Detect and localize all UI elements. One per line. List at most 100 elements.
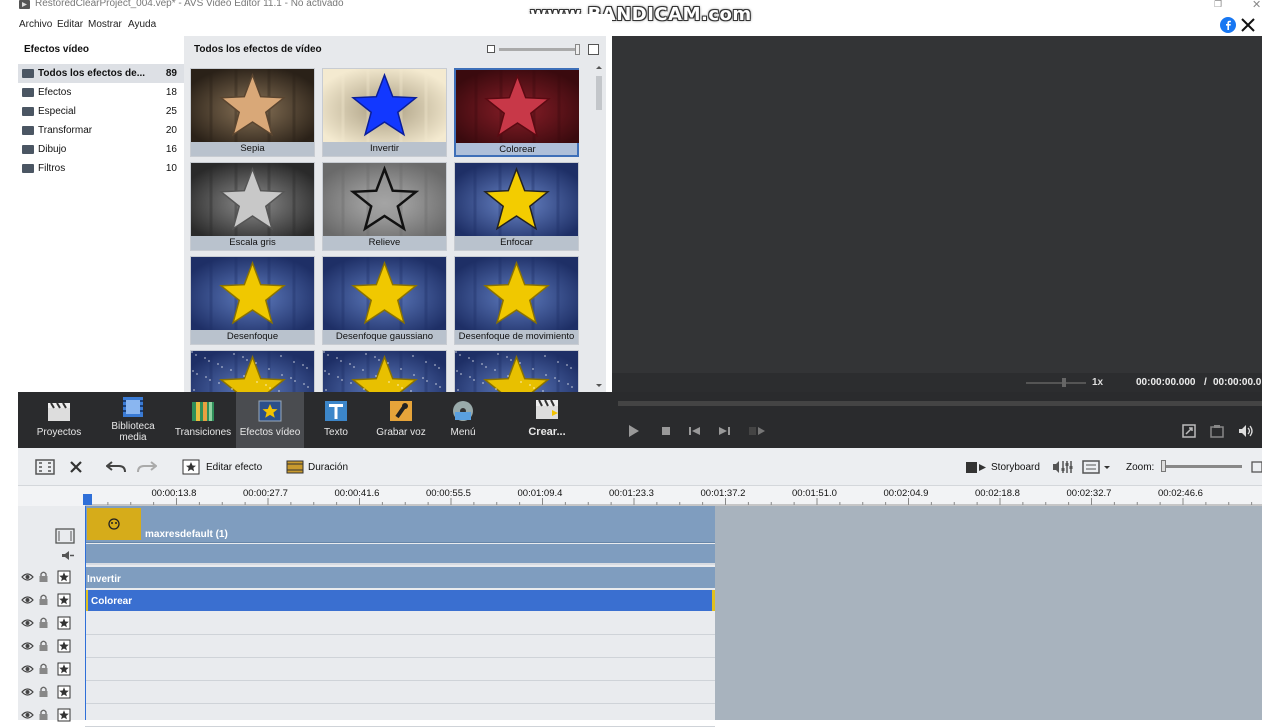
speed-slider[interactable] [1026, 382, 1086, 384]
play-icon[interactable] [628, 425, 640, 437]
next-frame-icon[interactable] [718, 426, 730, 436]
effect-clip-colorear[interactable]: Colorear [85, 590, 715, 611]
effect-track-star-icon [57, 685, 71, 699]
speed-slider-handle[interactable] [1062, 378, 1066, 387]
toolbar-menu[interactable]: Menú [436, 392, 490, 448]
grid-scrollbar[interactable] [594, 64, 604, 390]
category-efectos[interactable]: Efectos 18 [18, 83, 184, 102]
empty-effect-track[interactable] [85, 705, 715, 727]
undo-icon[interactable] [106, 460, 126, 474]
zoom-slider[interactable] [1164, 465, 1242, 468]
playhead-marker[interactable] [83, 494, 92, 505]
effect-thumbnail[interactable]: Sepia [190, 68, 315, 157]
effect-thumbnail[interactable]: Desenfoque de movimiento [454, 256, 579, 345]
category-filtros[interactable]: Filtros 10 [18, 159, 184, 178]
lock-icon[interactable] [38, 708, 49, 721]
category-transformar[interactable]: Transformar 20 [18, 121, 184, 140]
close-window-button[interactable]: ✕ [1252, 0, 1261, 11]
small-thumbs-icon[interactable] [487, 45, 495, 53]
lock-icon[interactable] [38, 593, 49, 606]
category-especial[interactable]: Especial 25 [18, 102, 184, 121]
effect-clip-invertir[interactable]: Invertir [85, 567, 715, 588]
effect-preview-image [323, 351, 446, 392]
eye-icon[interactable] [21, 664, 34, 674]
effect-thumbnail[interactable]: Enfocar [454, 162, 579, 251]
toolbar-grabar-voz[interactable]: Grabar voz [368, 392, 434, 448]
menu-ayuda[interactable]: Ayuda [128, 19, 156, 30]
fullscreen-icon[interactable] [1182, 424, 1196, 438]
thumb-size-handle[interactable] [575, 44, 580, 55]
empty-effect-track[interactable] [85, 682, 715, 704]
eye-icon[interactable] [21, 710, 34, 720]
effect-preview-image [191, 257, 314, 330]
effect-label: Sepia [240, 143, 265, 154]
lock-icon[interactable] [38, 616, 49, 629]
thumb-size-slider[interactable] [499, 48, 579, 51]
volume-icon[interactable] [1238, 424, 1254, 438]
video-clip[interactable]: maxresdefault (1) [85, 506, 715, 543]
toolbar-biblioteca[interactable]: Biblioteca media [102, 392, 164, 448]
effect-thumbnail[interactable]: Desenfoque [190, 256, 315, 345]
snapshot-icon[interactable] [1210, 424, 1224, 438]
toolbar-texto[interactable]: Texto [308, 392, 364, 448]
large-thumbs-icon[interactable] [588, 44, 599, 55]
effect-thumbnail[interactable]: Relieve [322, 162, 447, 251]
storyboard-button[interactable]: Storyboard [964, 458, 1044, 476]
effect-thumbnail[interactable] [190, 350, 315, 392]
category-label: Transformar [38, 125, 93, 136]
stop-icon[interactable] [661, 426, 671, 436]
effect-thumbnail[interactable] [322, 350, 447, 392]
delete-icon[interactable] [69, 460, 83, 474]
track-controls [18, 705, 85, 727]
eye-icon[interactable] [21, 618, 34, 628]
speaker-mute-icon[interactable] [61, 550, 75, 561]
lock-icon[interactable] [38, 570, 49, 583]
preview-seek-bar[interactable] [618, 401, 1262, 406]
lock-icon[interactable] [38, 685, 49, 698]
effect-thumbnail[interactable]: Invertir [322, 68, 447, 157]
effect-thumbnail[interactable]: Colorear [454, 68, 579, 157]
previous-frame-icon[interactable] [689, 426, 701, 436]
timeline-view-icon[interactable] [35, 459, 55, 475]
redo-icon[interactable] [137, 460, 157, 474]
folder-icon [22, 69, 34, 78]
fit-timeline-icon[interactable] [1251, 461, 1262, 473]
menu-archivo[interactable]: Archivo [19, 19, 52, 30]
timeline-ruler[interactable]: 00:00:13.8 00:00:27.7 00:00:41.6 00:00:55.5… [18, 486, 1262, 506]
eye-icon[interactable] [21, 595, 34, 605]
eye-icon[interactable] [21, 641, 34, 651]
effect-track-star-icon [57, 662, 71, 676]
ruler-label: 00:00:55.5 [426, 488, 471, 499]
folder-icon [22, 126, 34, 135]
frame-step-icon[interactable] [748, 426, 766, 436]
toolbar-efectos-video[interactable]: Efectos vídeo [236, 392, 304, 448]
lock-icon[interactable] [38, 639, 49, 652]
zoom-slider-handle[interactable] [1161, 460, 1166, 472]
menu-editar[interactable]: Editar [57, 19, 83, 30]
toolbar-crear[interactable]: Crear... [516, 392, 578, 448]
restore-window-button[interactable]: ❐ [1214, 0, 1222, 10]
effect-thumbnail[interactable] [454, 350, 579, 392]
audio-track[interactable] [85, 544, 715, 565]
menu-mostrar[interactable]: Mostrar [88, 19, 122, 30]
display-options-icon[interactable] [1082, 459, 1112, 475]
empty-effect-track[interactable] [85, 613, 715, 635]
effect-preview-image [191, 69, 314, 142]
toolbar-transiciones[interactable]: Transiciones [170, 392, 236, 448]
toolbar-proyectos[interactable]: Proyectos [18, 392, 100, 448]
effect-thumbnail[interactable]: Escala gris [190, 162, 315, 251]
audio-mixer-icon[interactable] [1052, 459, 1074, 475]
empty-effect-track[interactable] [85, 636, 715, 658]
effect-thumbnail[interactable]: Desenfoque gaussiano [322, 256, 447, 345]
empty-effect-track[interactable] [85, 659, 715, 681]
eye-icon[interactable] [21, 572, 34, 582]
effect-label: Desenfoque [226, 331, 279, 342]
effect-track-star-icon [57, 570, 71, 584]
x-twitter-icon[interactable] [1241, 18, 1255, 32]
eye-icon[interactable] [21, 687, 34, 697]
playhead-line [85, 506, 86, 720]
category-all[interactable]: Todos los efectos de... 89 [18, 64, 184, 83]
category-dibujo[interactable]: Dibujo 16 [18, 140, 184, 159]
lock-icon[interactable] [38, 662, 49, 675]
facebook-icon[interactable] [1220, 17, 1236, 33]
